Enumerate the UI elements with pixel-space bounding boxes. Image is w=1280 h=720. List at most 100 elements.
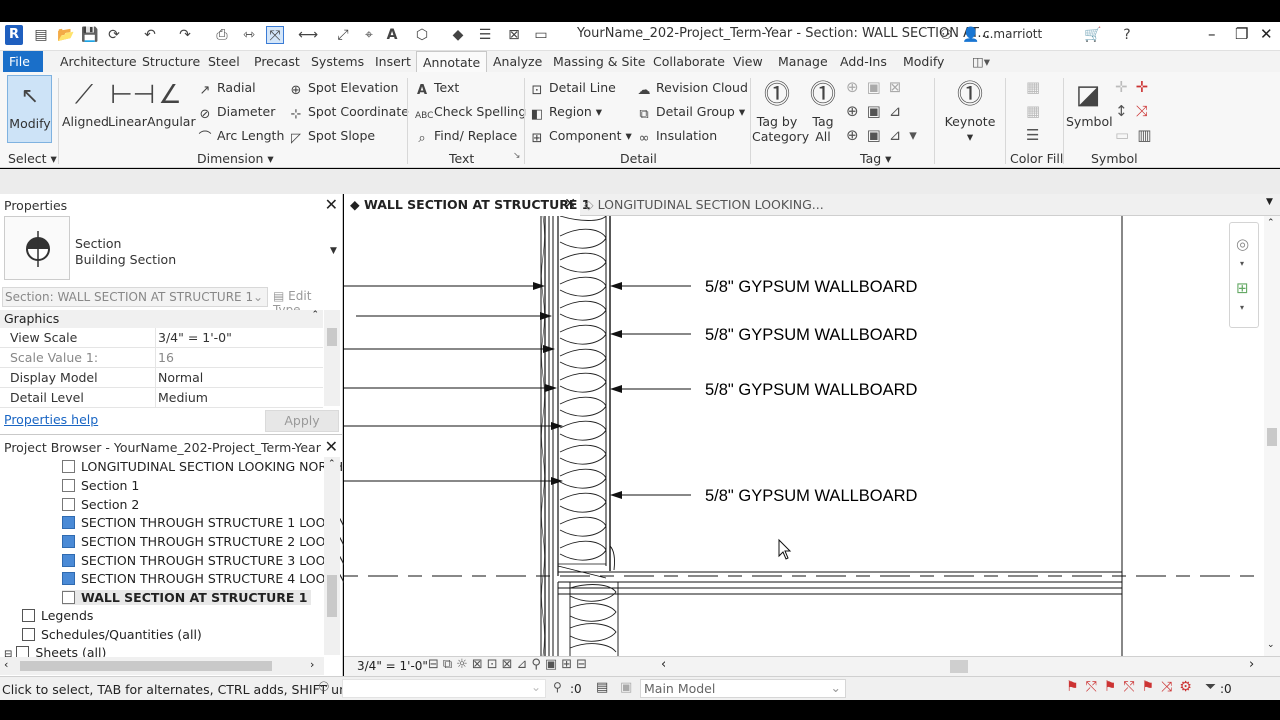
tab-manage[interactable]: Manage xyxy=(772,51,834,72)
symbol-button[interactable]: ◪ Symbol xyxy=(1066,80,1113,129)
graphics-group-header[interactable]: Graphics ⌃ xyxy=(0,310,323,328)
annotation-label[interactable]: 5/8" GYPSUM WALLBOARD xyxy=(705,278,918,296)
user-name[interactable]: c.marriott xyxy=(983,27,1042,41)
find-replace-button[interactable]: ⌕ Find/ Replace xyxy=(415,128,517,146)
browser-item-view[interactable]: SECTION THROUGH STRUCTURE 2 LOOKING xyxy=(62,534,356,549)
instance-selector[interactable]: Section: WALL SECTION AT STRUCTURE 1 ⌄ xyxy=(2,287,268,307)
filter-icon[interactable]: ⏷ xyxy=(1205,679,1216,695)
spot-coordinate-button[interactable]: ⊹ Spot Coordinate xyxy=(289,104,409,122)
text-settings-icon[interactable]: ↘ xyxy=(513,151,521,161)
view-scale[interactable]: 3/4" = 1'-0" xyxy=(357,659,428,673)
browser-item-view[interactable]: LONGITUDINAL SECTION LOOKING NORTH xyxy=(62,459,343,474)
minimize-icon[interactable]: – xyxy=(1208,25,1216,43)
sync-icon[interactable]: ⟳ xyxy=(105,26,123,44)
tag-all-button[interactable]: ⓵ Tag All xyxy=(804,80,842,144)
scroll-right-icon[interactable]: › xyxy=(310,658,314,671)
properties-close-icon[interactable]: ✕ xyxy=(325,195,338,214)
model-select[interactable]: Main Model ⌄ xyxy=(640,679,846,698)
keynote-button[interactable]: ⓵ Keynote ▾ xyxy=(944,80,996,144)
linear-button[interactable]: ⊢⊣ Linear xyxy=(108,80,155,129)
tab-view[interactable]: View xyxy=(727,51,769,72)
dimension-panel-label[interactable]: Dimension ▾ xyxy=(197,151,274,166)
switch-windows-icon[interactable]: ▭ xyxy=(532,26,550,44)
annotation-label[interactable]: 5/8" GYPSUM WALLBOARD xyxy=(705,487,918,505)
insulation-button[interactable]: ∞ Insulation xyxy=(637,128,718,146)
user-icon[interactable]: 👤 xyxy=(962,26,980,44)
browser-item-view[interactable]: Section 2 xyxy=(62,497,139,512)
canvas-hscroll-thumb[interactable] xyxy=(950,660,968,673)
browser-hscroll-thumb[interactable] xyxy=(20,661,272,671)
wall-section-drawing[interactable]: 5/8" GYPSUM WALLBOARD 5/8" GYPSUM WALLBO… xyxy=(344,216,1264,656)
arc-length-button[interactable]: ⌒ Arc Length xyxy=(198,128,284,146)
browser-vscroll[interactable]: ⌃ xyxy=(324,457,340,655)
hscroll-right-icon[interactable]: › xyxy=(1249,657,1254,672)
browser-item-active-view[interactable]: WALL SECTION AT STRUCTURE 1 xyxy=(62,590,312,605)
tab-list-icon[interactable]: ▼ xyxy=(1266,197,1273,207)
print-icon[interactable]: ⎙ xyxy=(213,26,231,44)
tab-collaborate[interactable]: Collaborate xyxy=(647,51,731,72)
worksets-icon[interactable]: ⚇ xyxy=(318,680,330,695)
property-row[interactable]: Display Model Normal xyxy=(0,368,323,388)
view-tab-longitudinal[interactable]: ◇ LONGITUDINAL SECTION LOOKING... xyxy=(584,197,824,212)
thin-lines-icon[interactable]: ⤧ xyxy=(266,26,284,44)
cart-icon[interactable]: 🛒 xyxy=(1084,26,1102,44)
browser-item-view[interactable]: Section 1 xyxy=(62,478,139,493)
modify-tool[interactable]: ↖ Modify xyxy=(8,82,52,131)
scroll-left-icon[interactable]: ‹ xyxy=(4,658,8,671)
undo-icon[interactable]: ↶ xyxy=(141,26,159,44)
apply-button[interactable]: Apply xyxy=(265,410,339,432)
symbol-tools-row1[interactable]: ✛✛ xyxy=(1115,78,1156,96)
selection-filter-icons[interactable]: ⚑⤲⚑⤲⚑⤨⚙ xyxy=(1066,679,1199,695)
tag-panel-label[interactable]: Tag ▾ xyxy=(860,151,891,166)
tag-by-category-button[interactable]: ⓵ Tag by Category xyxy=(752,80,809,144)
properties-help-link[interactable]: Properties help xyxy=(4,412,98,427)
recent-files-icon[interactable]: ▤ xyxy=(32,26,50,44)
annotation-label[interactable]: 5/8" GYPSUM WALLBOARD xyxy=(705,326,918,344)
thin-lines-toggle-icon[interactable]: ☰ xyxy=(476,26,494,44)
restore-icon[interactable]: ❐ xyxy=(1235,25,1248,43)
tab-structure[interactable]: Structure xyxy=(136,51,206,72)
revision-cloud-button[interactable]: ☁ Revision Cloud xyxy=(637,80,748,98)
canvas-vscroll[interactable]: ⌃ ⌄ xyxy=(1264,216,1280,656)
open-icon[interactable]: 📂 xyxy=(57,26,75,44)
tab-steel[interactable]: Steel xyxy=(202,51,246,72)
design-option-icon[interactable]: ▣ xyxy=(620,680,632,695)
tab-add-ins[interactable]: Add-Ins xyxy=(834,51,893,72)
color-fill-legend-icon[interactable]: ☰ xyxy=(1026,126,1039,144)
tag-tools-row3[interactable]: ⊕▣⊿▾ xyxy=(846,126,925,144)
text-button[interactable]: A Text xyxy=(415,80,459,98)
tag-icon[interactable]: ⤢ xyxy=(334,26,352,44)
tab-precast[interactable]: Precast xyxy=(248,51,306,72)
nav-dropdown-icon[interactable]: ▾ xyxy=(1240,259,1244,268)
scroll-up-icon[interactable]: ⌃ xyxy=(328,459,336,469)
browser-scroll-thumb[interactable] xyxy=(327,575,337,617)
tab-annotate[interactable]: Annotate xyxy=(416,51,488,72)
type-family[interactable]: Section xyxy=(75,236,121,251)
property-row[interactable]: Scale Value 1: 16 xyxy=(0,348,323,368)
scroll-up-icon[interactable]: ⌃ xyxy=(1267,218,1275,228)
scroll-down-icon[interactable]: ⌄ xyxy=(1267,640,1275,650)
spot-icon[interactable]: ⌖ xyxy=(360,26,378,44)
property-row[interactable]: Detail Level Medium xyxy=(0,388,323,408)
workset-select[interactable]: ⌄ xyxy=(342,679,546,698)
properties-scrollbar[interactable] xyxy=(324,310,340,406)
detail-line-button[interactable]: ⊡ Detail Line xyxy=(530,80,616,98)
3d-view-icon[interactable]: ⬡ xyxy=(413,26,431,44)
spot-elevation-button[interactable]: ⊕ Spot Elevation xyxy=(289,80,399,98)
tab-file[interactable]: File xyxy=(3,51,43,72)
browser-item-view[interactable]: SECTION THROUGH STRUCTURE 4 LOOKING xyxy=(62,571,356,586)
project-browser-close-icon[interactable]: ✕ xyxy=(325,437,338,456)
tab-insert[interactable]: Insert xyxy=(369,51,417,72)
view-tab-wall-section[interactable]: ◆ WALL SECTION AT STRUCTURE 1 ✕ xyxy=(344,194,590,216)
browser-item-legends[interactable]: Legends xyxy=(22,608,93,623)
component-button[interactable]: ⊞ Component ▾ xyxy=(530,128,632,146)
tab-modify[interactable]: Modify xyxy=(897,51,950,72)
hscroll-left-icon[interactable]: ‹ xyxy=(661,657,666,672)
annotation-label[interactable]: 5/8" GYPSUM WALLBOARD xyxy=(705,381,918,399)
angular-button[interactable]: ∠ Angular xyxy=(147,80,196,129)
color-fill-tool1[interactable]: ▦ xyxy=(1026,78,1040,96)
app-logo[interactable]: R xyxy=(5,25,23,45)
region-button[interactable]: ◧ Region ▾ xyxy=(530,104,602,122)
spot-slope-button[interactable]: ◸ Spot Slope xyxy=(289,128,375,146)
radial-button[interactable]: ↗ Radial xyxy=(198,80,256,98)
